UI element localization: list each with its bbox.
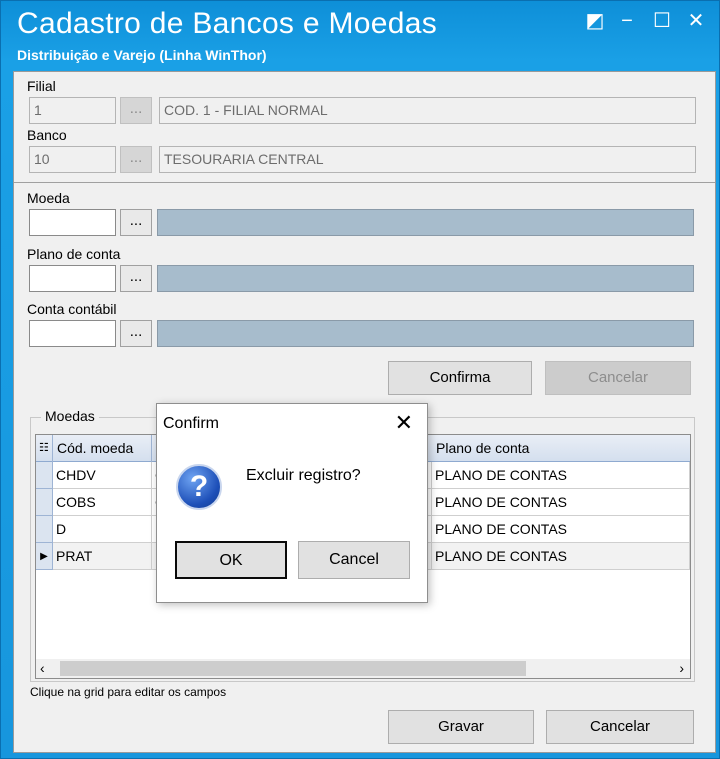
cell-plano[interactable]: PLANO DE CONTAS [432,516,690,543]
confirm-dialog: Confirm ✕ ? Excluir registro? OK Cancel [156,403,428,603]
grid-hint-text: Clique na grid para editar os campos [30,685,227,699]
banco-label: Banco [27,127,67,143]
question-icon: ? [176,464,222,510]
scroll-right-icon[interactable]: › [679,659,684,678]
window-subtitle: Distribuição e Varejo (Linha WinThor) [17,47,267,63]
conta-contabil-description-field [157,320,694,347]
cell-plano[interactable]: PLANO DE CONTAS [432,462,690,489]
gravar-button[interactable]: Gravar [388,710,534,744]
section-divider [14,182,715,183]
column-header-plano[interactable]: Plano de conta [432,435,690,462]
row-indicator [36,516,53,543]
column-header-codigo[interactable]: Cód. moeda [53,435,152,462]
dialog-title: Confirm [163,415,220,432]
banco-lookup-button[interactable]: ... [120,146,152,173]
current-row-indicator-icon: ▶ [36,543,53,570]
banco-description-field: TESOURARIA CENTRAL [159,146,696,173]
title-bar[interactable]: Cadastro de Bancos e Moedas Distribuição… [1,1,719,69]
minimize-button[interactable]: − [615,9,639,33]
cell-plano[interactable]: PLANO DE CONTAS [432,489,690,516]
plano-conta-code-field[interactable] [29,265,116,292]
scroll-left-icon[interactable]: ‹ [40,659,45,678]
row-indicator [36,489,53,516]
confirma-button[interactable]: Confirma [388,361,532,395]
window-title: Cadastro de Bancos e Moedas [17,7,438,40]
moedas-group-title: Moedas [41,408,99,424]
filial-description-field: COD. 1 - FILIAL NORMAL [159,97,696,124]
conta-contabil-code-field[interactable] [29,320,116,347]
restore-icon[interactable]: ◩ [583,9,607,33]
banco-code-field[interactable]: 10 [29,146,116,173]
cell-codigo[interactable]: CHDV [53,462,152,489]
ok-button[interactable]: OK [175,541,287,579]
cancelar-edit-button[interactable]: Cancelar [545,361,691,395]
moeda-description-field [157,209,694,236]
cell-codigo[interactable]: COBS [53,489,152,516]
plano-conta-description-field [157,265,694,292]
conta-contabil-lookup-button[interactable]: ... [120,320,152,347]
cancel-button[interactable]: Cancel [298,541,410,579]
cell-codigo[interactable]: D [53,516,152,543]
conta-contabil-label: Conta contábil [27,301,117,317]
filial-lookup-button[interactable]: ... [120,97,152,124]
column-chooser-icon[interactable]: ☷ [36,435,53,462]
moeda-lookup-button[interactable]: ... [120,209,152,236]
plano-conta-label: Plano de conta [27,246,121,262]
dialog-message: Excluir registro? [246,467,361,484]
maximize-button[interactable]: ☐ [650,9,674,33]
moeda-label: Moeda [27,190,70,206]
dialog-close-icon[interactable]: ✕ [395,410,413,436]
scrollbar-thumb[interactable] [60,661,526,676]
filial-code-field[interactable]: 1 [29,97,116,124]
moeda-code-field[interactable] [29,209,116,236]
close-button[interactable]: ✕ [684,9,708,33]
plano-conta-lookup-button[interactable]: ... [120,265,152,292]
cell-codigo[interactable]: PRAT [53,543,152,570]
cancelar-button[interactable]: Cancelar [546,710,694,744]
row-indicator [36,462,53,489]
app-window: Cadastro de Bancos e Moedas Distribuição… [0,0,720,759]
cell-plano[interactable]: PLANO DE CONTAS [432,543,690,570]
filial-label: Filial [27,78,56,94]
grid-horizontal-scrollbar[interactable]: ‹ › [36,659,690,678]
